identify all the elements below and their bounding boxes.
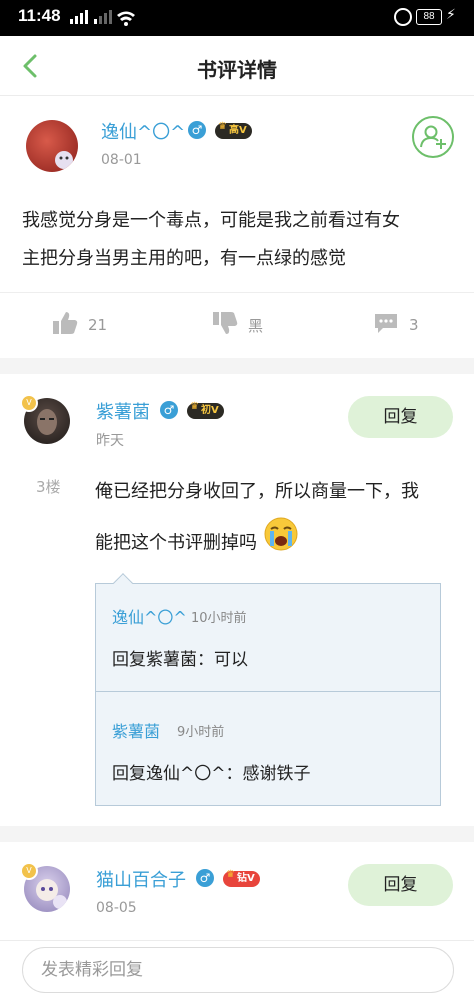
comment-text-line-2: 能把这个书评删掉吗 — [95, 532, 257, 554]
subreply-author[interactable]: 逸仙^〇^ — [112, 604, 187, 628]
dislike-label: 黑 — [248, 316, 264, 335]
author-avatar[interactable] — [26, 120, 78, 172]
crown-icon: ♛ — [190, 401, 199, 412]
comment-date: 昨天 — [96, 433, 124, 449]
vip-badge-icon: V — [20, 862, 38, 880]
review-text: 我感觉分身是一个毒点，可能是我之前看过有女 主把分身当男主用的吧，有一点绿的感觉 — [22, 202, 462, 278]
like-count: 21 — [88, 316, 108, 334]
review-card: 逸仙^〇^ ♂ ♛ 高V 08-01 我感觉分身是一个毒点，可能是我之前看过有女… — [0, 96, 474, 358]
level-badge: ♛ 初V — [187, 401, 224, 419]
subreply-time: 10小时前 — [191, 611, 247, 626]
pointer-arrow — [113, 573, 133, 593]
thumbs-down-icon — [212, 311, 238, 339]
level-badge-label: 高V — [229, 125, 247, 136]
reply-input[interactable]: 发表精彩回复 — [22, 947, 454, 993]
male-icon: ♂ — [160, 401, 178, 419]
commenter-name[interactable]: 猫山百合子 — [96, 866, 186, 892]
thumbs-up-icon — [52, 311, 78, 339]
comment-count: 3 — [409, 316, 419, 334]
comment-count-button[interactable]: 3 — [373, 312, 419, 338]
divider — [96, 691, 440, 692]
male-icon: ♂ — [196, 869, 214, 887]
comment-icon — [373, 311, 399, 339]
comment-text-line: 俺已经把分身收回了，所以商量一下，我 — [95, 481, 419, 502]
app-header: 书评详情 — [0, 36, 474, 96]
comment-text-line: 能把这个书评删掉吗 — [95, 516, 465, 571]
subreply-time: 9小时前 — [177, 725, 225, 740]
vip-badge-icon: V — [20, 394, 38, 412]
crown-icon: ♛ — [226, 869, 235, 880]
male-icon: ♂ — [188, 121, 206, 139]
comment-text: 俺已经把分身收回了，所以商量一下，我 能把这个书评删掉吗 — [95, 468, 465, 571]
subreply-text[interactable]: 回复逸仙^〇^：感谢铁子 — [112, 759, 311, 784]
alarm-icon — [394, 8, 412, 26]
comment-item: V 紫薯菌 ♂ ♛ 初V 昨天 回复 3楼 俺已经把分身收回了，所以商量一下，我… — [0, 374, 474, 826]
level-badge: ♛ 高V — [215, 121, 252, 139]
charging-icon: ⚡ — [446, 7, 456, 23]
commenter-name[interactable]: 紫薯菌 — [96, 398, 150, 424]
signal-icon-2 — [92, 10, 114, 27]
reply-input-bar: 发表精彩回复 — [0, 940, 474, 1000]
crown-icon: ♛ — [218, 121, 227, 132]
comment-item: V 猫山百合子 ♂ ♛ 钻V 08-05 回复 — [0, 842, 474, 940]
level-badge-label: 钻V — [237, 873, 255, 884]
crying-emoji-icon — [263, 516, 299, 571]
status-bar: 11:48 88 ⚡ — [0, 0, 474, 36]
subreply-author[interactable]: 紫薯菌 — [112, 718, 160, 742]
sub-replies: 逸仙^〇^ 10小时前 回复紫薯菌：可以 紫薯菌 9小时前 回复逸仙^〇^：感谢… — [95, 573, 441, 806]
wifi-icon — [116, 10, 136, 29]
level-badge: ♛ 钻V — [223, 869, 260, 887]
signal-icon — [68, 10, 90, 27]
review-date: 08-01 — [101, 152, 142, 168]
like-button[interactable]: 21 — [52, 312, 107, 338]
subreply-text[interactable]: 回复紫薯菌：可以 — [112, 645, 248, 670]
comment-date: 08-05 — [96, 900, 137, 916]
reply-button[interactable]: 回复 — [348, 396, 453, 438]
battery-indicator: 88 — [416, 9, 442, 25]
page-title: 书评详情 — [197, 58, 277, 82]
review-text-line: 主把分身当男主用的吧，有一点绿的感觉 — [22, 248, 346, 269]
author-name[interactable]: 逸仙^〇^ — [101, 118, 185, 144]
dislike-button[interactable]: 黑 — [212, 312, 263, 338]
review-text-line: 我感觉分身是一个毒点，可能是我之前看过有女 — [22, 210, 400, 231]
level-badge-label: 初V — [201, 405, 219, 416]
follow-button[interactable] — [412, 116, 454, 158]
floor-number: 3楼 — [36, 478, 61, 496]
reply-button[interactable]: 回复 — [348, 864, 453, 906]
divider — [0, 292, 474, 293]
status-time: 11:48 — [18, 6, 61, 25]
